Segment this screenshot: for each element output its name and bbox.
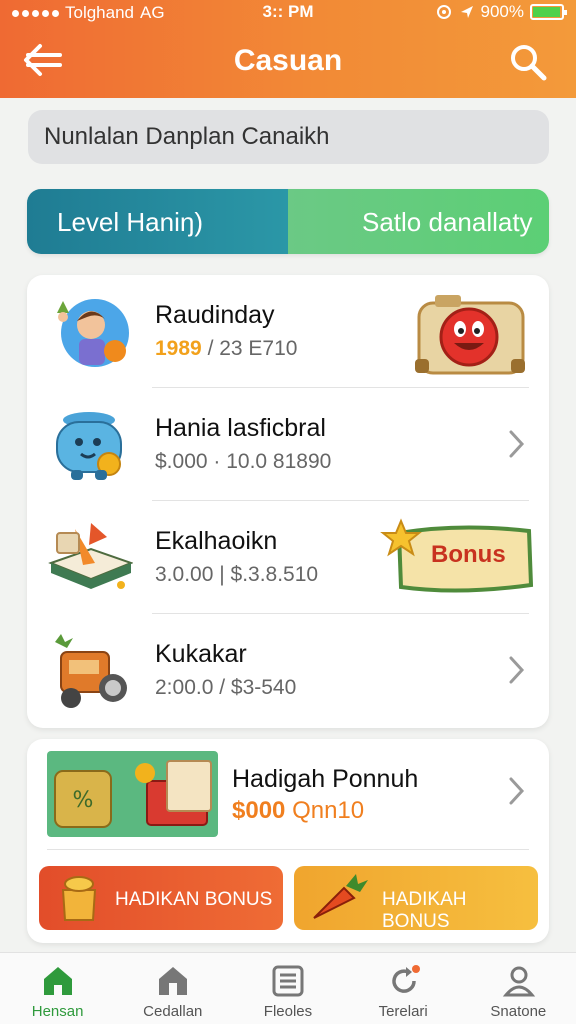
item-name: Ekalhaoikn [155,527,278,555]
house-icon [159,967,188,995]
item-value: $.000 · 10.0 81890 [155,450,332,473]
item-highlight: 1989 [155,337,202,360]
item-name: Hania lasficbral [155,414,326,442]
item-name: Raudinday [155,301,275,329]
app-header: Tolghand AG 3:: PM 900% Casuan [0,0,576,98]
svg-text:%: % [73,788,94,813]
carrot-icon [313,874,368,919]
gift-bag-icon [61,876,97,921]
profile-icon [502,966,535,997]
tab-terelari[interactable]: Terelari [346,953,461,1024]
list-item[interactable]: Hania lasficbral $.000 · 10.0 81890 [27,388,549,501]
promo-amount-value: $000 [232,797,286,824]
hadikan-bonus-button[interactable]: HADIKAN BONUS [39,866,283,930]
promo-title: Hadigah Ponnuh [232,765,419,793]
segment-satlo[interactable]: Satlo danallaty [288,189,549,254]
chevron-right-icon[interactable] [507,426,527,462]
battery-icon [530,4,567,20]
tab-label: Cedallan [143,1003,203,1020]
item-value: 2:00.0 / $3-540 [155,676,297,699]
dice-book-icon: % [54,760,212,828]
location-icon [460,6,473,18]
toy-truck-icon [55,634,127,708]
battery-percent: 900% [480,2,524,21]
happy-camera-icon[interactable] [409,289,531,379]
tab-snatone[interactable]: Snatone [461,953,576,1024]
search-button[interactable] [506,40,550,84]
search-icon [511,45,547,81]
nav-bar: Casuan [0,26,576,98]
item-name: Kukakar [155,640,247,668]
promo-card: % Hadigah Ponnuh $000 Qnn10 HADIKAN BONU… [27,739,549,943]
boy-character-icon [57,299,129,367]
tab-label: Fleoles [263,1003,313,1020]
page-title: Casuan [233,44,343,77]
list-item[interactable]: Ekalhaoikn 3.0.00 | $.3.8.510 Bonus [27,501,549,614]
item-value: 3.0.00 | $.3.8.510 [155,563,319,586]
item-value: 1989 / 23 E710 [155,337,297,361]
tab-fleoles[interactable]: Fleoles [230,953,345,1024]
promo-amount-suffix: Qnn10 [292,797,365,824]
list-item[interactable]: Kukakar 2:00.0 / $3-540 [27,614,549,727]
bonus-ticket-icon[interactable]: Bonus [379,515,539,601]
tab-cedallan[interactable]: Cedallan [115,953,230,1024]
segment-level[interactable]: Level Haniŋ) [27,189,288,254]
tab-label: Hensan [31,1003,84,1020]
button-label: HADIKAH BONUS [382,889,467,932]
blue-pot-icon [56,412,122,480]
bottom-nav: Hensan Cedallan Fleoles Terelari Snatone [0,952,576,1024]
chevron-right-icon[interactable] [507,773,527,809]
lock-rotation-icon [436,5,451,19]
home-icon [44,967,72,995]
button-label: HADIKAN BONUS [115,889,273,910]
bonus-label: Bonus [431,541,506,568]
book-megaphone-icon [48,523,133,589]
tab-label: Terelari [378,1003,428,1020]
tab-hensan[interactable]: Hensan [0,953,115,1024]
promo-amount: $000 Qnn10 [232,797,364,825]
chevron-right-icon[interactable] [507,652,527,688]
search-input[interactable]: Nunlalan Danplan Canaikh [28,110,549,164]
list-icon [272,965,304,997]
item-value-text: / 23 E710 [207,337,298,360]
refresh-icon [391,965,420,993]
promo-image[interactable]: % [47,751,218,837]
status-bar: Tolghand AG 3:: PM 900% [0,0,576,26]
hadikah-bonus-button[interactable]: HADIKAH BONUS [294,866,538,932]
list-item[interactable]: Raudinday 1989 / 23 E710 [27,275,549,388]
tab-label: Snatone [490,1003,547,1020]
divider [47,849,529,850]
segment-control: Level Haniŋ) Satlo danallaty [27,189,549,254]
items-list-card: Raudinday 1989 / 23 E710 Hania lasficbra… [27,275,549,728]
